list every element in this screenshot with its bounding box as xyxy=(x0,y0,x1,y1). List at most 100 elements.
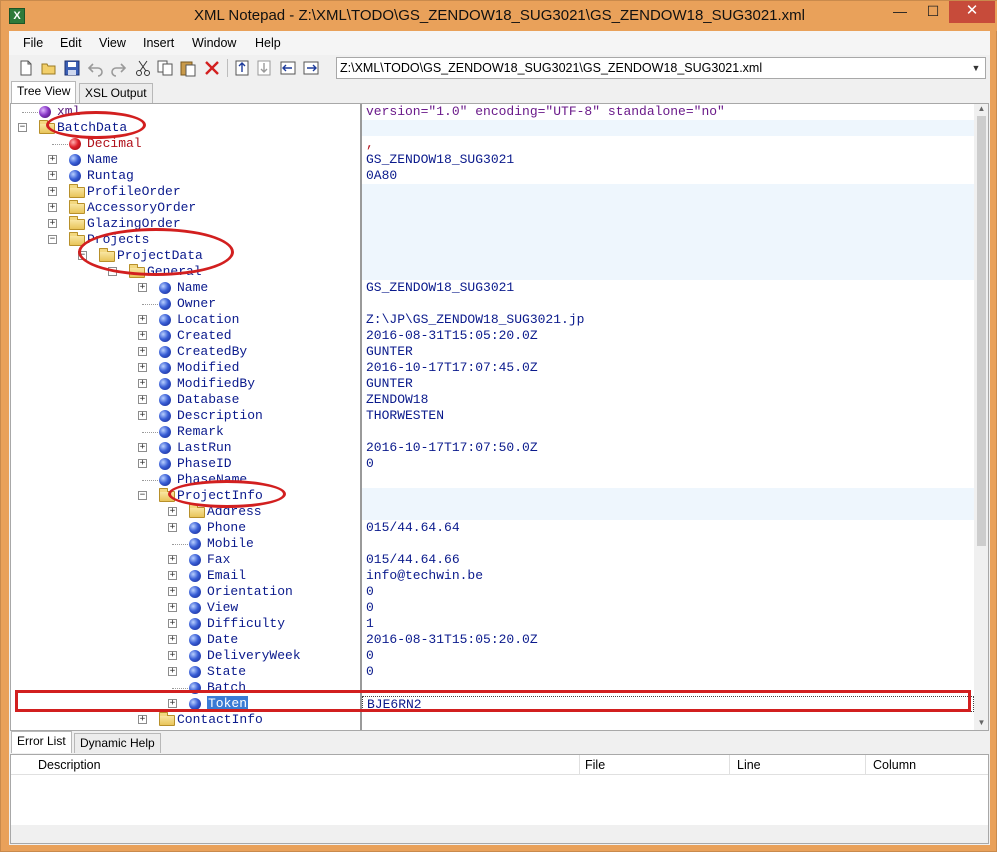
tree-node-label[interactable]: Created xyxy=(177,328,232,344)
tree-node-label[interactable]: PhaseID xyxy=(177,456,232,472)
expand-icon[interactable]: + xyxy=(138,347,147,356)
tree-node[interactable]: + Token xyxy=(11,696,360,712)
tree-node[interactable]: − Projects xyxy=(11,232,360,248)
menu-window[interactable]: Window xyxy=(192,36,236,50)
node-value[interactable]: 2016-08-31T15:05:20.0Z xyxy=(366,632,538,648)
expand-icon[interactable]: + xyxy=(138,363,147,372)
value-row[interactable]: 015/44.64.64 xyxy=(362,520,974,536)
value-row[interactable]: 2016-08-31T15:05:20.0Z xyxy=(362,632,974,648)
paste-icon[interactable] xyxy=(179,59,197,77)
value-row[interactable] xyxy=(362,184,974,200)
menu-edit[interactable]: Edit xyxy=(60,36,82,50)
value-row[interactable]: 0 xyxy=(362,584,974,600)
expand-icon[interactable]: + xyxy=(48,187,57,196)
tree-node[interactable]: − ProjectData xyxy=(11,248,360,264)
value-row[interactable] xyxy=(362,248,974,264)
tree-node-label[interactable]: CreatedBy xyxy=(177,344,247,360)
chevron-down-icon[interactable]: ▼ xyxy=(967,58,985,78)
tree-node[interactable]: PhaseName xyxy=(11,472,360,488)
node-value[interactable]: info@techwin.be xyxy=(366,568,483,584)
value-row[interactable]: THORWESTEN xyxy=(362,408,974,424)
tree-node[interactable]: + Address xyxy=(11,504,360,520)
tree-node[interactable]: + Difficulty xyxy=(11,616,360,632)
tab-tree-view[interactable]: Tree View xyxy=(11,81,77,103)
node-value[interactable]: BJE6RN2 xyxy=(367,697,422,713)
expand-icon[interactable]: + xyxy=(138,715,147,724)
tree-node[interactable]: Batch xyxy=(11,680,360,696)
expand-icon[interactable]: + xyxy=(48,203,57,212)
tree-node[interactable]: + Modified xyxy=(11,360,360,376)
value-row[interactable]: ZENDOW18 xyxy=(362,392,974,408)
tree-node-label[interactable]: Name xyxy=(177,280,208,296)
node-value[interactable]: 2016-10-17T17:07:45.0Z xyxy=(366,360,538,376)
tree-node-label[interactable]: Location xyxy=(177,312,239,328)
value-row[interactable]: GS_ZENDOW18_SUG3021 xyxy=(362,152,974,168)
tree-node[interactable]: + Created xyxy=(11,328,360,344)
expand-icon[interactable]: + xyxy=(168,603,177,612)
expand-icon[interactable]: + xyxy=(138,283,147,292)
tree-node[interactable]: + Location xyxy=(11,312,360,328)
tree-node-label[interactable]: AccessoryOrder xyxy=(87,200,196,216)
value-row[interactable] xyxy=(362,712,974,728)
scroll-up-icon[interactable]: ▲ xyxy=(974,104,988,116)
node-value[interactable]: 0 xyxy=(366,600,374,616)
value-row[interactable] xyxy=(362,424,974,440)
tree-node[interactable]: + Orientation xyxy=(11,584,360,600)
node-value[interactable]: 2016-10-17T17:07:50.0Z xyxy=(366,440,538,456)
expand-icon[interactable]: + xyxy=(138,395,147,404)
tree-node[interactable]: + ProfileOrder xyxy=(11,184,360,200)
expand-icon[interactable]: + xyxy=(48,219,57,228)
value-row[interactable]: 0 xyxy=(362,648,974,664)
tree-pane[interactable]: xml − BatchData Decimal + Name + Runtag + Profile… xyxy=(11,104,360,730)
tree-node-label[interactable]: Runtag xyxy=(87,168,134,184)
tree-node[interactable]: + Name xyxy=(11,152,360,168)
open-folder-icon[interactable] xyxy=(40,59,58,77)
tab-xsl-output[interactable]: XSL Output xyxy=(79,83,153,103)
tree-node-label[interactable]: ProjectData xyxy=(117,248,203,264)
tree-node-label[interactable]: Name xyxy=(87,152,118,168)
tree-node[interactable]: Owner xyxy=(11,296,360,312)
tree-node[interactable]: − BatchData xyxy=(11,120,360,136)
tree-node-label[interactable]: Date xyxy=(207,632,238,648)
expand-icon[interactable]: + xyxy=(168,507,177,516)
tree-node-label[interactable]: Orientation xyxy=(207,584,293,600)
scroll-down-icon[interactable]: ▼ xyxy=(974,718,988,730)
tree-node-label[interactable]: GlazingOrder xyxy=(87,216,181,232)
node-value[interactable]: 1 xyxy=(366,616,374,632)
value-row[interactable]: 1 xyxy=(362,616,974,632)
tree-node[interactable]: + ModifiedBy xyxy=(11,376,360,392)
expand-icon[interactable]: + xyxy=(168,555,177,564)
tree-node[interactable]: − General xyxy=(11,264,360,280)
tree-node-label[interactable]: Email xyxy=(207,568,246,584)
tree-node-label[interactable]: Token xyxy=(207,696,249,712)
tree-node-label[interactable]: State xyxy=(207,664,246,680)
column-line[interactable]: Line xyxy=(737,758,761,772)
value-row[interactable]: 2016-10-17T17:07:50.0Z xyxy=(362,440,974,456)
value-row[interactable] xyxy=(362,200,974,216)
tree-node[interactable]: Remark xyxy=(11,424,360,440)
menu-file[interactable]: File xyxy=(23,36,43,50)
value-row[interactable]: info@techwin.be xyxy=(362,568,974,584)
tree-node[interactable]: Decimal xyxy=(11,136,360,152)
horizontal-scrollbar[interactable] xyxy=(11,825,988,843)
tree-node-label[interactable]: Phone xyxy=(207,520,246,536)
expand-icon[interactable]: + xyxy=(48,155,57,164)
value-row[interactable]: GUNTER xyxy=(362,344,974,360)
value-row[interactable]: 015/44.64.66 xyxy=(362,552,974,568)
vertical-scrollbar[interactable]: ▲ ▼ xyxy=(974,104,988,730)
tree-node[interactable]: + Date xyxy=(11,632,360,648)
tree-node-label[interactable]: xml xyxy=(57,104,80,120)
redo-icon[interactable] xyxy=(109,59,127,77)
tree-node[interactable]: xml xyxy=(11,104,360,120)
tree-node[interactable]: + Email xyxy=(11,568,360,584)
node-value[interactable]: 0 xyxy=(366,664,374,680)
expand-icon[interactable]: + xyxy=(168,523,177,532)
value-row[interactable]: , xyxy=(362,136,974,152)
collapse-icon[interactable]: − xyxy=(48,235,57,244)
value-row[interactable]: 0A80 xyxy=(362,168,974,184)
tree-node[interactable]: + State xyxy=(11,664,360,680)
value-row[interactable]: 0 xyxy=(362,600,974,616)
expand-icon[interactable]: + xyxy=(138,411,147,420)
tree-node-label[interactable]: ProjectInfo xyxy=(177,488,263,504)
tree-node-label[interactable]: Difficulty xyxy=(207,616,285,632)
